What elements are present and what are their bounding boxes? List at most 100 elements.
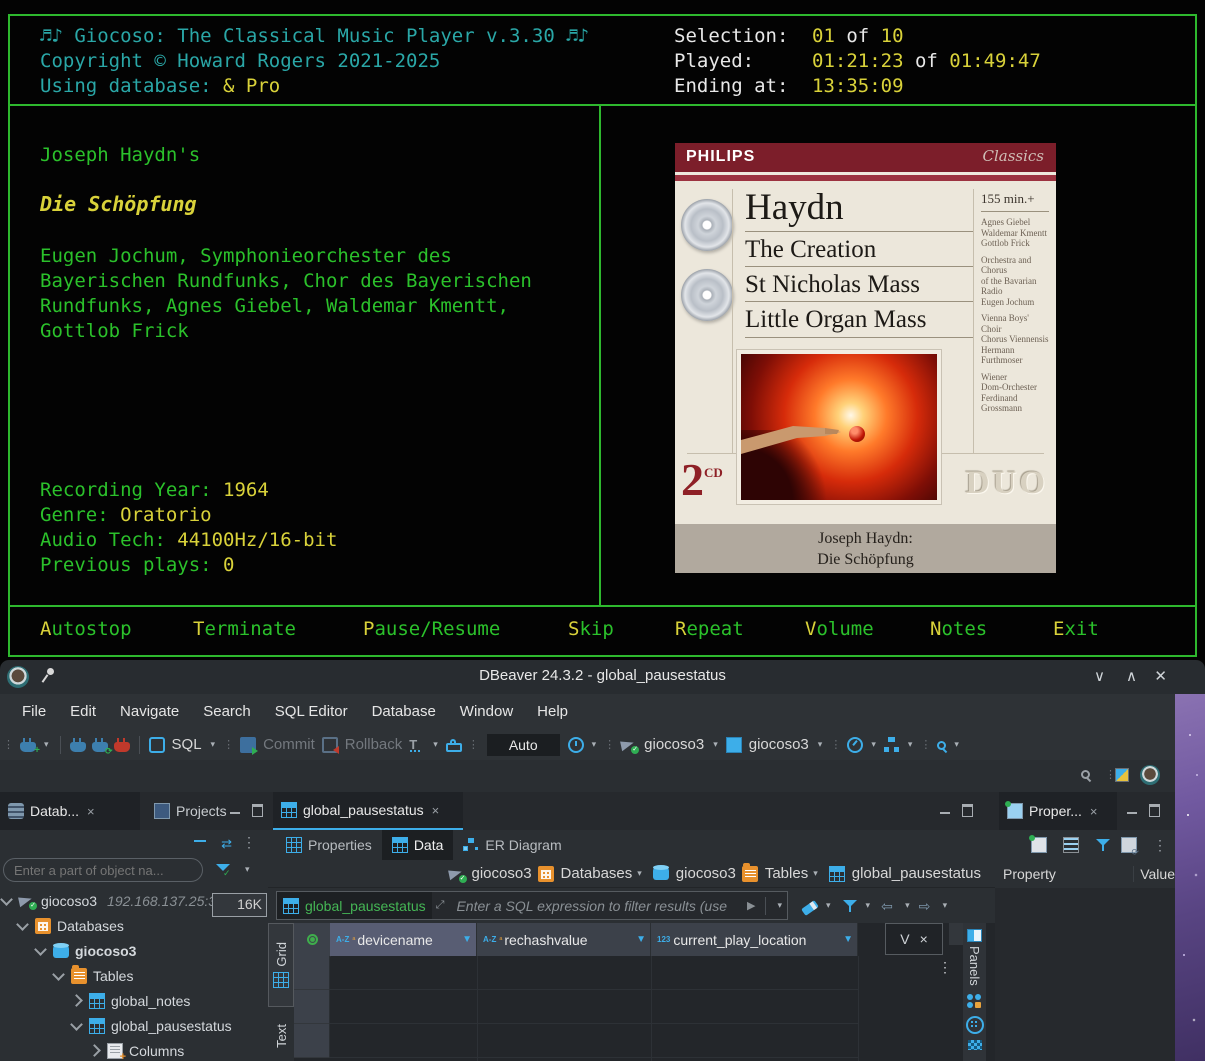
right-minmax[interactable] <box>1127 804 1160 817</box>
value-column-header[interactable]: Value <box>1134 866 1175 882</box>
new-connection-caret[interactable]: ▾ <box>44 739 49 750</box>
expander-icon[interactable] <box>88 1044 101 1057</box>
crumb-caret[interactable]: ▾ <box>813 868 818 879</box>
tree-item-databases[interactable]: Databases <box>0 913 124 938</box>
menu-volume[interactable]: Volume <box>805 618 874 640</box>
commit-icon[interactable] <box>240 737 256 753</box>
maximize-window-icon[interactable]: ∧ <box>1126 667 1137 685</box>
close-window-icon[interactable]: ✕ <box>1154 667 1167 685</box>
active-connection-icon[interactable] <box>621 737 637 753</box>
crumb-caret[interactable]: ▾ <box>637 868 642 879</box>
quick-search-icon[interactable] <box>1081 770 1090 779</box>
close-tab-icon[interactable]: × <box>87 804 95 819</box>
filter-caret[interactable]: ▾ <box>245 864 250 875</box>
subtab-properties[interactable]: Properties <box>276 830 382 860</box>
tree-item-connection[interactable]: giocoso3 192.168.137.25:3306 <box>0 888 239 913</box>
menu-skip[interactable]: Skip <box>568 618 614 640</box>
menu-terminate[interactable]: Terminate <box>193 618 296 640</box>
crumb-database[interactable]: giocoso3 <box>653 865 736 882</box>
dashboard-caret[interactable]: ▾ <box>871 739 876 750</box>
transaction-mode-icon[interactable]: T <box>409 737 425 753</box>
crumb-databases[interactable]: Databases▾ <box>538 865 647 882</box>
sql-filter-box[interactable]: global_pausestatus ⤢ Enter a SQL express… <box>276 891 788 920</box>
tab-projects[interactable]: Projects <box>146 792 226 830</box>
tree-item-columns[interactable]: Columns <box>0 1038 184 1061</box>
row-header[interactable] <box>294 990 330 1024</box>
crumb-connection[interactable]: giocoso3 <box>449 865 532 882</box>
expand-filter-icon[interactable]: ⤢ <box>436 899 445 912</box>
shade-window-icon[interactable]: ∨ <box>1094 667 1105 685</box>
clear-filter-caret[interactable]: ▾ <box>826 900 831 911</box>
outline-view-icon[interactable] <box>1063 837 1079 853</box>
tree-item-giocoso3-db[interactable]: giocoso3 <box>0 938 136 963</box>
menu-pause-resume[interactable]: Pause/Resume <box>363 618 500 640</box>
nav-forward-icon[interactable]: ⇨ <box>919 898 935 914</box>
clear-filter-icon[interactable] <box>801 900 819 916</box>
grid-view-tab[interactable]: Grid <box>268 923 294 1007</box>
active-database-icon[interactable] <box>726 737 742 753</box>
object-filter-input[interactable] <box>3 858 203 882</box>
filter-properties-icon[interactable] <box>1095 837 1111 853</box>
main-minmax[interactable] <box>940 804 973 817</box>
search-metadata-caret[interactable]: ▾ <box>954 739 959 750</box>
row-header[interactable] <box>294 956 330 990</box>
topology-caret[interactable]: ▾ <box>908 739 913 750</box>
nav-back-icon[interactable]: ⇦ <box>881 898 897 914</box>
tree-item-global-pausestatus[interactable]: global_pausestatus <box>0 1013 232 1038</box>
column-header-current-play-location[interactable]: 123 current_play_location ▼ <box>651 923 858 956</box>
dashboard-icon[interactable] <box>847 737 863 753</box>
rollback-icon[interactable] <box>322 737 338 753</box>
column-menu-icon[interactable]: ▼ <box>837 934 853 945</box>
crumb-tables[interactable]: Tables▾ <box>742 865 823 882</box>
transaction-log-icon[interactable] <box>568 737 584 753</box>
menu-navigate[interactable]: Navigate <box>108 703 191 720</box>
rollback-button[interactable]: Rollback <box>345 736 403 753</box>
active-database[interactable]: giocoso3 <box>749 736 809 753</box>
nav-forward-caret[interactable]: ▾ <box>943 900 948 911</box>
sql-editor-icon[interactable] <box>149 737 165 753</box>
menu-exit[interactable]: Exit <box>1053 618 1099 640</box>
filter-config-icon[interactable] <box>215 862 231 878</box>
commit-button[interactable]: Commit <box>263 736 315 753</box>
new-connection-icon[interactable] <box>20 742 36 752</box>
menu-notes[interactable]: Notes <box>930 618 987 640</box>
calc-panel-icon[interactable] <box>966 1016 984 1034</box>
nav-back-caret[interactable]: ▾ <box>905 900 910 911</box>
titlebar[interactable]: DBeaver 24.3.2 - global_pausestatus ∨ ∧ … <box>0 660 1205 694</box>
row-header[interactable] <box>294 1024 330 1058</box>
menu-sql-editor[interactable]: SQL Editor <box>263 703 360 720</box>
sql-editor-button[interactable]: SQL <box>172 736 202 753</box>
collapse-all-icon[interactable] <box>194 840 206 842</box>
navigator-menu-icon[interactable]: ⋮ <box>242 834 256 851</box>
tree-item-global-notes[interactable]: global_notes <box>0 988 190 1013</box>
expander-icon[interactable] <box>70 1018 83 1031</box>
connect-icon[interactable] <box>70 742 86 752</box>
panel-toggle-icons[interactable] <box>967 994 983 1008</box>
topology-icon[interactable] <box>884 737 900 753</box>
tab-global-pausestatus[interactable]: global_pausestatus × <box>273 792 463 830</box>
left-minmax[interactable] <box>230 804 263 817</box>
menu-autostop[interactable]: Autostop <box>40 618 132 640</box>
menu-window[interactable]: Window <box>448 703 525 720</box>
menu-edit[interactable]: Edit <box>58 703 108 720</box>
transaction-log-caret[interactable]: ▾ <box>592 739 597 750</box>
column-menu-icon[interactable]: ▼ <box>456 934 472 945</box>
perspective-icon[interactable] <box>1115 768 1129 782</box>
apply-filter-icon[interactable]: ▶ <box>747 899 755 912</box>
column-header-rechashvalue[interactable]: A-Zᵃ rechashvalue ▼ <box>477 923 651 956</box>
subtab-data[interactable]: Data <box>382 830 454 860</box>
tab-properties-panel[interactable]: Proper... × <box>999 792 1117 830</box>
grid-row[interactable] <box>330 990 858 1024</box>
expander-icon[interactable] <box>0 893 13 906</box>
lock-icon[interactable] <box>446 743 462 752</box>
tree-item-tables[interactable]: Tables <box>0 963 133 988</box>
property-column-header[interactable]: Property <box>995 866 1134 882</box>
panels-icon[interactable] <box>967 929 982 942</box>
menu-help[interactable]: Help <box>525 703 580 720</box>
search-metadata-icon[interactable] <box>937 741 946 750</box>
column-menu-icon[interactable]: ▼ <box>630 934 646 945</box>
menu-file[interactable]: File <box>10 703 58 720</box>
metadata-panel-icon[interactable] <box>968 1040 982 1050</box>
dbeaver-badge-icon[interactable] <box>1140 765 1160 785</box>
filters-icon[interactable] <box>842 898 858 914</box>
